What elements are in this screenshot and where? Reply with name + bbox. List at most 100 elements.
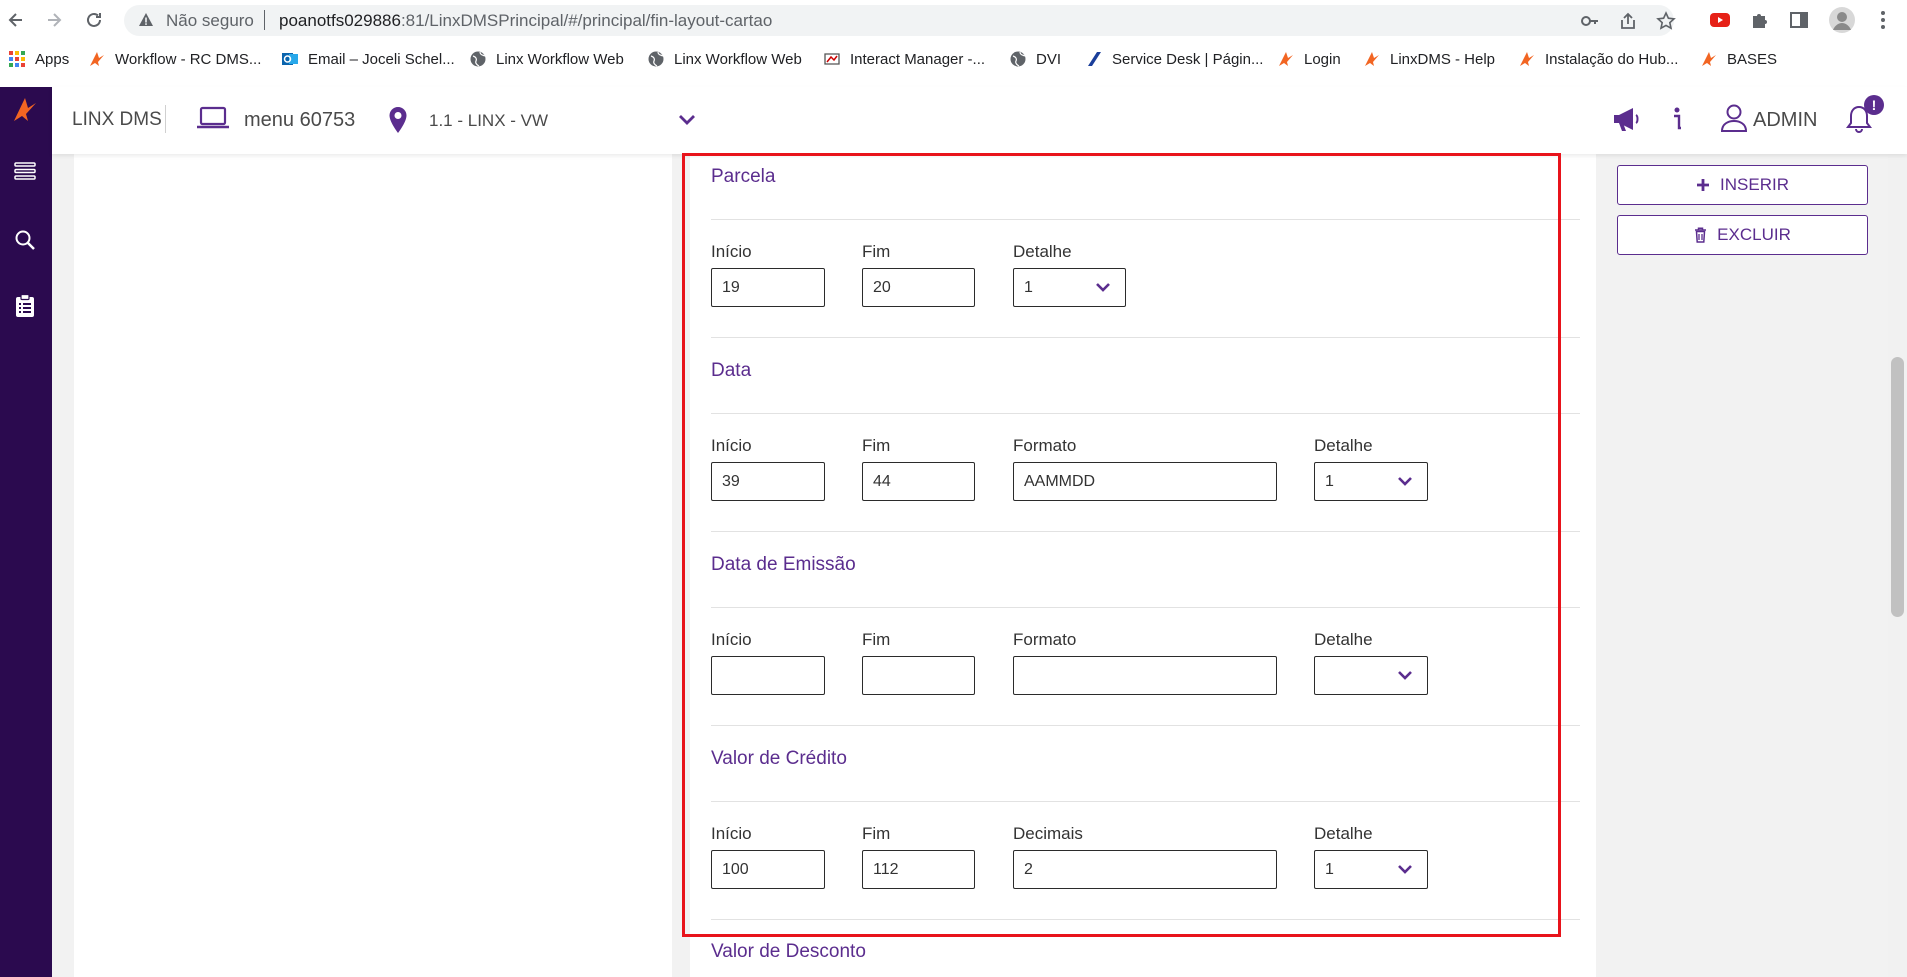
data-formato-input[interactable]	[1013, 462, 1277, 501]
bookmark-instalacao-hub[interactable]: Instalação do Hub...	[1518, 49, 1678, 69]
address-bar[interactable]: Não seguro poanotfs029886:81/LinxDMSPrin…	[124, 5, 1676, 36]
parcela-fim-input[interactable]	[862, 268, 975, 307]
search-icon[interactable]	[8, 223, 42, 257]
linx-logo-icon	[1277, 50, 1295, 68]
credito-detalhe-select[interactable]: 1	[1314, 850, 1428, 889]
menu-label[interactable]: menu 60753	[244, 109, 355, 132]
browser-toolbar: Não seguro poanotfs029886:81/LinxDMSPrin…	[0, 0, 1907, 41]
section-divider	[711, 919, 1580, 920]
laptop-icon[interactable]	[196, 106, 230, 137]
credito-decimais-label: Decimais	[1013, 824, 1083, 843]
bookmark-linxdms-help[interactable]: LinxDMS - Help	[1363, 49, 1495, 69]
forward-arrow-icon[interactable]	[42, 8, 66, 32]
data-inicio-label: Início	[711, 436, 752, 455]
location-label: 1.1 - LINX - VW	[429, 111, 549, 130]
parcela-detalhe-select[interactable]: 1	[1013, 268, 1126, 307]
bookmarks-bar: Apps Workflow - RC DMS... Email – Joceli…	[0, 41, 1907, 77]
data-inicio-input[interactable]	[711, 462, 825, 501]
parcela-inicio-input[interactable]	[711, 268, 825, 307]
credito-decimais-input[interactable]	[1013, 850, 1277, 889]
bookmark-email[interactable]: Email – Joceli Schel...	[281, 49, 455, 69]
credito-inicio-input[interactable]	[711, 850, 825, 889]
credito-detalhe-label: Detalhe	[1314, 824, 1373, 843]
star-icon[interactable]	[1656, 11, 1676, 31]
location-pin-icon	[388, 106, 408, 139]
header-divider	[165, 105, 166, 133]
url-separator	[264, 10, 265, 30]
menu-list-icon[interactable]	[8, 154, 42, 188]
emissao-formato-label: Formato	[1013, 630, 1077, 649]
key-icon[interactable]	[1580, 11, 1600, 31]
emissao-fim-input[interactable]	[862, 656, 975, 695]
url-text[interactable]: poanotfs029886:81/LinxDMSPrincipal/#/pri…	[279, 11, 772, 31]
chevron-down-icon	[1397, 669, 1413, 687]
bookmark-workflow-rc[interactable]: Workflow - RC DMS...	[88, 49, 261, 69]
section-divider	[711, 607, 1580, 608]
location-dropdown-chevron-icon[interactable]	[678, 113, 696, 131]
url-host: poanotfs029886	[279, 11, 401, 30]
delete-button[interactable]: EXCLUIR	[1617, 215, 1868, 255]
bookmark-label: Email – Joceli Schel...	[308, 50, 455, 68]
parcela-inicio-label: Início	[711, 242, 752, 261]
section-divider	[711, 337, 1580, 338]
bookmark-service-desk[interactable]: Service Desk | Págin...	[1085, 49, 1263, 69]
more-menu-icon[interactable]	[1872, 9, 1894, 31]
linx-logo-icon[interactable]	[8, 93, 42, 127]
bookmark-linx-workflow-1[interactable]: Linx Workflow Web	[469, 49, 624, 69]
side-panel-icon[interactable]	[1788, 9, 1810, 31]
puzzle-extensions-icon[interactable]	[1749, 9, 1771, 31]
section-title-data: Data	[711, 360, 752, 381]
insert-button-label: INSERIR	[1720, 175, 1789, 194]
emissao-fim-label: Fim	[862, 630, 891, 649]
bookmark-linx-workflow-2[interactable]: Linx Workflow Web	[647, 49, 802, 69]
emissao-formato-input[interactable]	[1013, 656, 1277, 695]
back-arrow-icon[interactable]	[4, 8, 28, 32]
linx-logo-icon	[1700, 50, 1718, 68]
notification-badge[interactable]: !	[1864, 95, 1884, 115]
scrollbar-thumb[interactable]	[1891, 357, 1904, 617]
actions-panel	[1598, 154, 1888, 977]
section-title-valor-credito: Valor de Crédito	[711, 748, 847, 769]
section-title-valor-desconto: Valor de Desconto	[711, 941, 866, 962]
data-detalhe-label: Detalhe	[1314, 436, 1373, 455]
section-divider	[711, 801, 1580, 802]
youtube-extension-icon[interactable]	[1709, 9, 1731, 31]
section-divider	[711, 413, 1580, 414]
insert-button[interactable]: INSERIR	[1617, 165, 1868, 205]
bookmark-bases[interactable]: BASES	[1700, 49, 1777, 69]
linx-logo-icon	[1518, 50, 1536, 68]
megaphone-icon[interactable]	[1611, 106, 1641, 137]
user-icon[interactable]	[1720, 103, 1748, 138]
bookmark-label: Login	[1304, 50, 1341, 68]
data-fim-label: Fim	[862, 436, 891, 455]
linx-logo-icon	[1363, 50, 1381, 68]
clipboard-icon[interactable]	[8, 289, 42, 323]
not-secure-label: Não seguro	[166, 11, 254, 30]
parcela-detalhe-label: Detalhe	[1013, 242, 1072, 261]
credito-fim-input[interactable]	[862, 850, 975, 889]
brand-name: LINX DMS	[72, 109, 162, 130]
credito-fim-label: Fim	[862, 824, 891, 843]
share-icon[interactable]	[1618, 11, 1638, 31]
section-title-data-emissao: Data de Emissão	[711, 554, 856, 575]
bookmark-interact-manager[interactable]: Interact Manager -...	[823, 49, 985, 69]
info-icon[interactable]	[1670, 106, 1684, 137]
section-title-parcela: Parcela	[711, 166, 776, 187]
profile-avatar[interactable]	[1828, 6, 1856, 34]
emissao-detalhe-select[interactable]	[1314, 656, 1428, 695]
emissao-inicio-input[interactable]	[711, 656, 825, 695]
chevron-down-icon	[1397, 475, 1413, 493]
user-name[interactable]: ADMIN	[1753, 109, 1817, 132]
data-detalhe-select[interactable]: 1	[1314, 462, 1428, 501]
globe-icon	[1009, 50, 1027, 68]
app-header: LINX DMS menu 60753 1.1 - LINX - VW ADMI…	[52, 87, 1907, 154]
bookmark-apps[interactable]: Apps	[8, 49, 69, 69]
chevron-down-icon	[1095, 281, 1111, 299]
bookmark-dvi[interactable]: DVI	[1009, 49, 1061, 69]
bookmark-login[interactable]: Login	[1277, 49, 1341, 69]
data-fim-input[interactable]	[862, 462, 975, 501]
select-value: 1	[1325, 473, 1334, 490]
emissao-inicio-label: Início	[711, 630, 752, 649]
bookmark-label: Service Desk | Págin...	[1112, 50, 1264, 68]
reload-icon[interactable]	[82, 8, 106, 32]
